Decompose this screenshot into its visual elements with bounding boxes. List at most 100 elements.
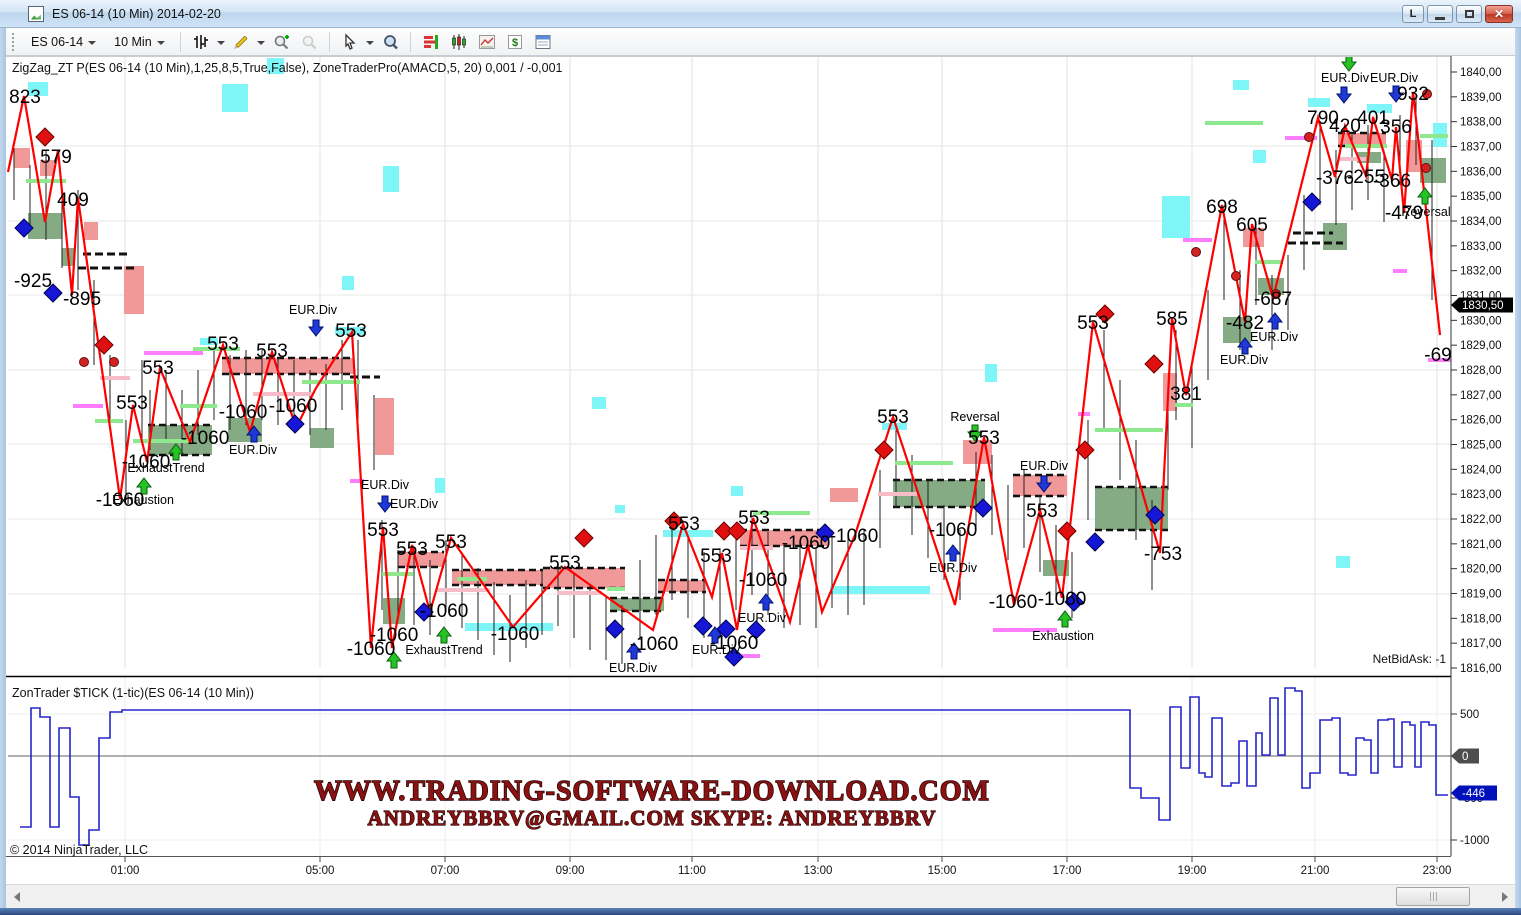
zigzag-value-label: -1060 [420,601,469,622]
signal-label: EUR.Div [289,303,338,317]
magnifier-icon [381,33,399,51]
close-button[interactable]: ✕ [1485,5,1513,23]
demand-zone [1323,223,1347,250]
zigzag-value-label: -1060 [181,428,230,449]
zigzag-value-label: -1060 [347,639,396,660]
dot-marker [1192,248,1201,257]
signal-label: EUR.Div [738,611,787,625]
price-tick-label: 1822,00 [1460,514,1502,526]
zigzag-value-label: -1060 [219,402,268,423]
toolbar-separator [329,32,330,52]
link-button[interactable]: L [1402,5,1424,23]
chart-window-icon [28,6,44,22]
signal-label: EUR.Div [609,661,658,675]
supply-zone [375,398,394,455]
dot-marker [80,358,89,367]
data-box-button[interactable] [378,30,402,54]
pencil-icon [232,33,250,51]
toolbar-grip[interactable] [12,33,16,51]
market-analyzer-button[interactable] [419,30,443,54]
dot-marker [1422,164,1431,173]
signal-label: Exhaustion [112,493,174,507]
zigzag-value-label: -1060 [269,396,318,417]
zigzag-value-label: 409 [57,190,89,211]
zigzag-value-label: 605 [1236,215,1268,236]
zigzag-value-label: -1060 [830,526,879,547]
zigzag-value-label: 553 [877,407,909,428]
toolbar-separator [410,32,411,52]
minimize-button[interactable] [1427,5,1453,23]
zigzag-value-label: 553 [1026,501,1058,522]
price-tick-label: 1825,00 [1460,439,1502,451]
zigzag-value-label: 553 [335,321,367,342]
zoom-out-icon [300,33,318,51]
supply-zone [84,222,98,240]
ninjatrader-chart-window: ES 06-14 (10 Min) 2014-02-20 L ✕ ES 06-1… [0,0,1521,915]
window-panel-icon [534,33,552,51]
zero-tag-label: 0 [1462,751,1468,763]
time-tick-label: 15:00 [928,865,957,877]
chevron-down-icon[interactable] [217,41,225,45]
zigzag-value-label: -687 [1254,289,1292,310]
price-axis[interactable]: 1840,001839,001838,001837,001836,001835,… [1451,56,1515,884]
price-tick-label: 1838,00 [1460,117,1502,129]
cursor-icon [341,33,359,51]
zone-highlight [985,364,997,382]
chart-style-button[interactable] [189,30,213,54]
zigzag-value-label: 420 [1329,116,1361,137]
demand-zone [310,428,334,448]
account-button[interactable]: $ [503,30,527,54]
zigzag-value-label: -1060 [929,520,978,541]
control-center-button[interactable] [531,30,555,54]
zigzag-value-label: 553 [142,358,174,379]
cursor-mode-button[interactable] [338,30,362,54]
instrument-label: ES 06-14 [31,35,83,49]
maximize-button[interactable] [1456,5,1482,23]
zigzag-value-label: -1060 [782,533,831,554]
last-price-tag-label: 1830,50 [1462,300,1504,312]
zone-highlight [1253,150,1266,163]
market-analyzer-icon [422,33,440,51]
price-tick-label: 1816,00 [1460,663,1502,675]
time-axis[interactable]: 01:0005:0007:0009:0011:0013:0015:0017:00… [6,857,1515,884]
zone-highlight [1336,556,1350,568]
price-tick-label: 1829,00 [1460,340,1502,352]
price-tick-label: 1830,00 [1460,315,1502,327]
line-chart-icon [478,33,496,51]
scroll-left-button[interactable] [8,888,25,906]
close-icon: ✕ [1494,7,1504,21]
instrument-selector[interactable]: ES 06-14 [24,32,103,52]
price-tick-label: 1826,00 [1460,415,1502,427]
tick-panel-label: ZonTrader $TICK (1-tic)(ES 06-14 (10 Min… [12,686,254,700]
chart-trader-button[interactable] [447,30,471,54]
watermark-line2: ANDREYBBRV@GMAIL.COM SKYPE: ANDREYBBRV [368,806,937,830]
price-tick-label: 1833,00 [1460,241,1502,253]
news-chart-button[interactable] [475,30,499,54]
chevron-down-icon[interactable] [257,41,265,45]
zigzag-value-label: -1060 [491,624,540,645]
signal-label: Reversal [1401,205,1450,219]
zone-highlight [1308,98,1330,107]
interval-selector[interactable]: 10 Min [107,32,172,52]
zone-highlight [830,586,930,594]
zigzag-value-label: -1060 [989,592,1038,613]
chart-canvas[interactable]: 823579409-925-89555355355355355355355355… [6,56,1515,884]
zigzag-value-label: 932 [1397,84,1429,105]
chevron-down-icon[interactable] [366,41,374,45]
titlebar[interactable]: ES 06-14 (10 Min) 2014-02-20 L ✕ [0,0,1521,28]
scroll-right-button[interactable] [1496,888,1513,906]
price-tick-label: 1834,00 [1460,216,1502,228]
zigzag-value-label: 553 [207,334,239,355]
dollar-icon: $ [506,33,524,51]
horizontal-scrollbar[interactable] [6,884,1515,908]
indicator-label: ZigZag_ZT P(ES 06-14 (10 Min),1,25,8,5,T… [12,61,563,75]
zone-highlight [342,276,354,290]
zoom-in-button[interactable] [269,30,293,54]
signal-label: EUR.Div [1220,353,1269,367]
price-tick-label: 1818,00 [1460,613,1502,625]
window-border-bottom [0,908,1521,915]
drawing-tools-button[interactable] [229,30,253,54]
time-tick-label: 05:00 [306,865,335,877]
scrollbar-thumb[interactable] [1396,887,1470,906]
zoom-out-button[interactable] [297,30,321,54]
